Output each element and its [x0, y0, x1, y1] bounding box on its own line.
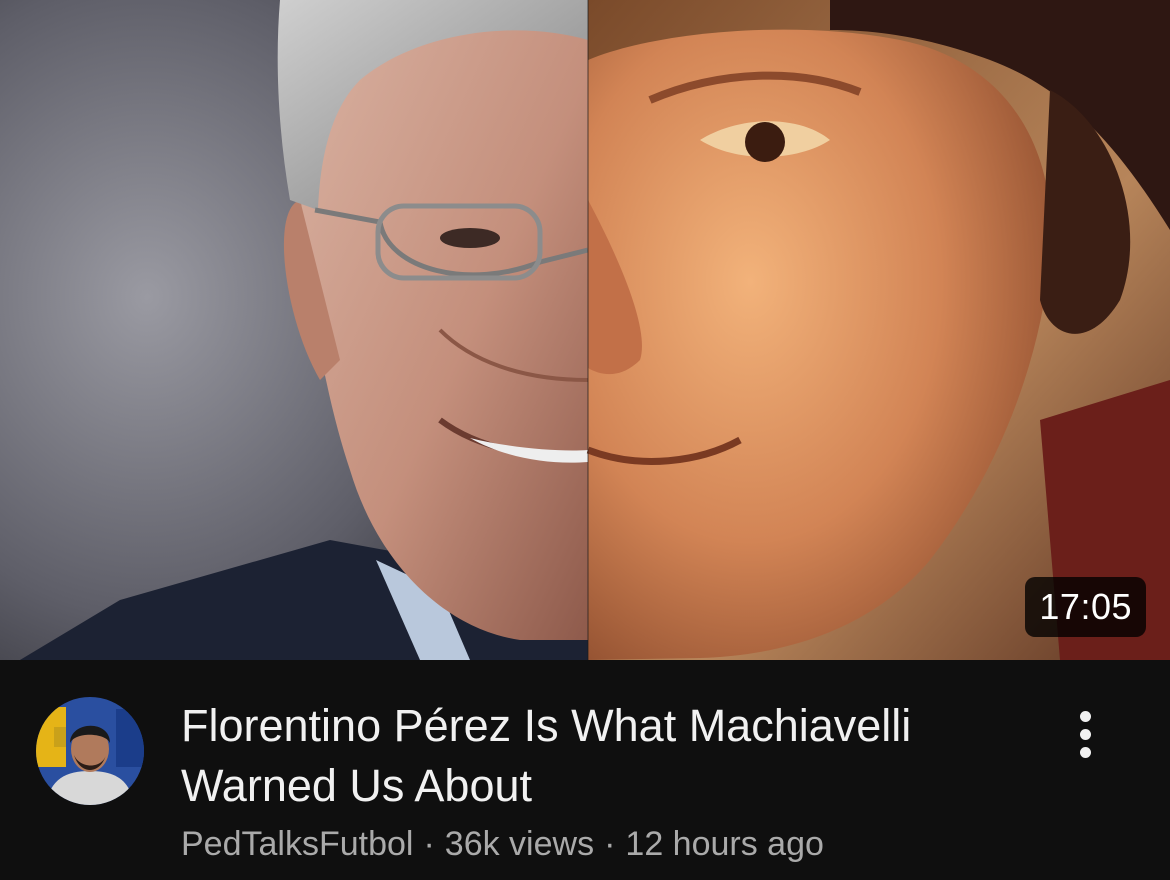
avatar-image: [36, 697, 144, 805]
upload-age: 12 hours ago: [625, 825, 824, 863]
channel-avatar[interactable]: [36, 697, 144, 805]
separator-dot: ·: [604, 825, 616, 863]
video-title[interactable]: Florentino Pérez Is What Machiavelli War…: [181, 696, 1031, 816]
channel-name[interactable]: PedTalksFutbol: [181, 825, 413, 863]
video-metadata: Florentino Pérez Is What Machiavelli War…: [0, 660, 1170, 880]
duration-badge: 17:05: [1025, 577, 1146, 637]
thumbnail-image: [0, 0, 1170, 660]
dot: [1079, 710, 1091, 722]
separator-dot: ·: [423, 825, 435, 863]
dot: [1079, 728, 1091, 740]
video-card[interactable]: 17:05 Florentino Pérez Is What Machiavel…: [0, 0, 1170, 880]
view-count: 36k views: [444, 825, 595, 863]
video-thumbnail[interactable]: 17:05: [0, 0, 1170, 660]
vertical-dots-icon[interactable]: [1060, 704, 1110, 764]
video-subline: PedTalksFutbol · 36k views · 12 hours ago: [181, 824, 824, 864]
dot: [1079, 746, 1091, 758]
